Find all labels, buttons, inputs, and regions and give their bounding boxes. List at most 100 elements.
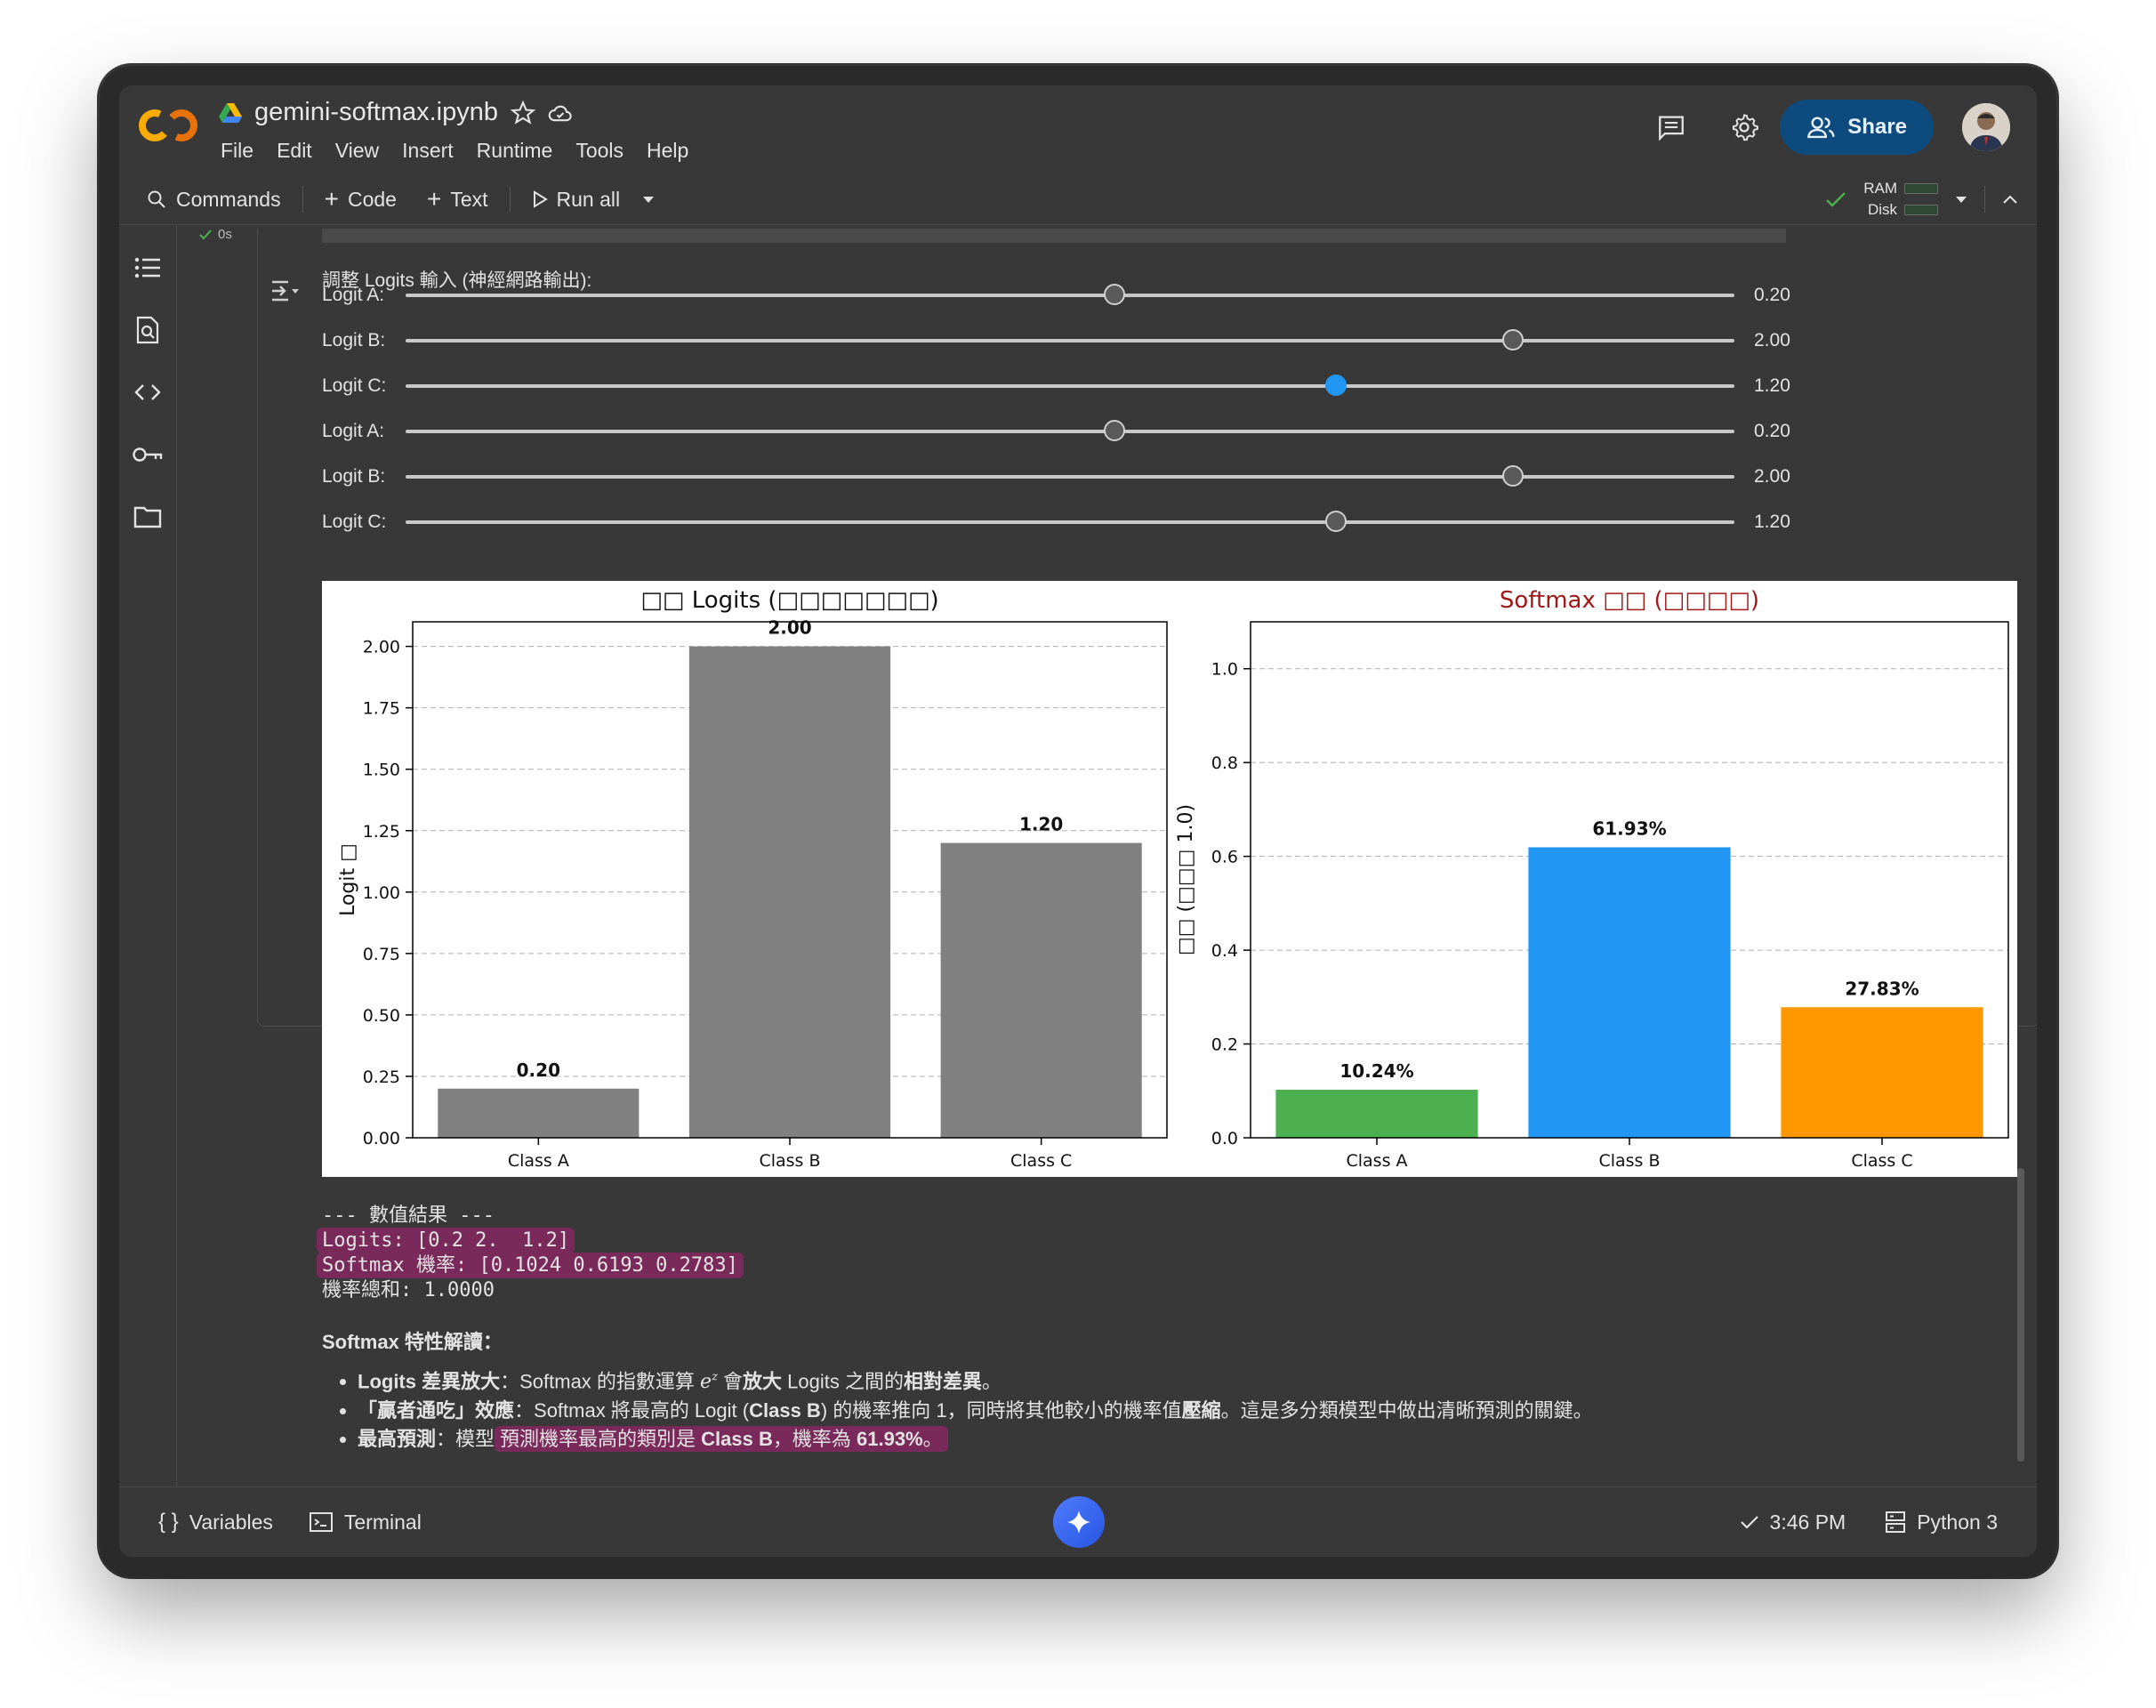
menu-view[interactable]: View [335, 139, 379, 163]
y-tick-label: 0.4 [1211, 941, 1238, 961]
settings-button[interactable] [1725, 108, 1764, 147]
output-toggle-icon[interactable] [269, 278, 301, 303]
slider-row: Logit B: 2.00 [322, 322, 1798, 358]
slider-row: Logit C: 1.20 [322, 504, 1798, 539]
y-tick-label: 0.50 [363, 1006, 400, 1026]
data-label: 0.20 [517, 1059, 560, 1081]
slider-value: 2.00 [1754, 466, 1790, 487]
find-in-page-icon [136, 316, 159, 344]
colab-app: gemini-softmax.ipynb File Edit View Inse… [119, 85, 2037, 1557]
slider-label: Logit A: [322, 285, 385, 305]
menu-file[interactable]: File [221, 139, 253, 163]
output-line: 機率總和: 1.0000 [322, 1279, 495, 1301]
chart-title: Softmax □□ (□□□□) [1500, 587, 1759, 614]
run-all-button[interactable]: Run all [523, 188, 630, 212]
share-button[interactable]: Share [1780, 100, 1934, 155]
star-icon[interactable] [511, 100, 535, 125]
slider-handle[interactable] [1103, 284, 1125, 305]
cloud-icon[interactable] [548, 101, 573, 125]
data-label: 61.93% [1592, 818, 1666, 839]
runtime-button[interactable]: Python 3 [1885, 1511, 1998, 1535]
last-run-status[interactable]: 3:46 PM [1740, 1511, 1846, 1535]
slider-track[interactable] [406, 294, 1734, 297]
bar [1528, 847, 1731, 1138]
bar [1275, 1090, 1478, 1138]
slider-track[interactable] [406, 384, 1734, 388]
slider-track[interactable] [406, 475, 1734, 479]
gemini-button[interactable] [1053, 1496, 1105, 1548]
side-rail [119, 225, 177, 1487]
slider-track[interactable] [406, 520, 1734, 524]
chevron-up-icon[interactable] [2001, 193, 2019, 205]
slider-value: 0.20 [1754, 285, 1790, 305]
check-icon [1826, 192, 1846, 207]
terminal-button[interactable]: Terminal [309, 1511, 422, 1535]
app-window: gemini-softmax.ipynb File Edit View Inse… [100, 66, 2056, 1576]
run-all-label: Run all [556, 187, 621, 211]
slider-handle[interactable] [1502, 329, 1524, 350]
menu-insert[interactable]: Insert [402, 139, 454, 163]
slider-track[interactable] [406, 430, 1734, 433]
code-snippets-button[interactable] [130, 375, 165, 410]
y-tick-label: 0.25 [363, 1068, 400, 1087]
bar [940, 842, 1142, 1138]
files-button[interactable] [130, 499, 165, 535]
code-cell-output[interactable]: 調整 Logits 輸入 (神經網路輸出): Logit A: 0.20 Logit… [257, 229, 2037, 1453]
caret-down-icon[interactable] [1954, 195, 1968, 204]
output-line: --- 數值結果 --- [322, 1204, 495, 1227]
y-tick-label: 0.2 [1211, 1035, 1238, 1055]
secrets-button[interactable] [130, 437, 165, 472]
menu-tools[interactable]: Tools [575, 139, 623, 163]
resource-meter[interactable]: RAM Disk [1863, 178, 1938, 221]
y-tick-label: 0.8 [1211, 753, 1238, 773]
colab-logo[interactable] [137, 105, 199, 146]
avatar[interactable] [1962, 103, 2010, 151]
slider-handle[interactable] [1103, 420, 1125, 441]
comments-button[interactable] [1652, 108, 1691, 147]
y-tick-label: 0.0 [1211, 1129, 1238, 1148]
scrollbar[interactable] [2017, 1168, 2024, 1462]
commands-button[interactable]: Commands [137, 188, 290, 212]
table-of-contents-button[interactable] [130, 250, 165, 286]
execution-badge: 0s [198, 227, 232, 242]
plus-icon: + [324, 185, 339, 213]
caret-down-icon[interactable] [641, 195, 656, 204]
slider-label: Logit B: [322, 466, 386, 487]
x-tick-label: Class B [759, 1151, 820, 1171]
slider-value: 0.20 [1754, 421, 1790, 441]
notebook-title[interactable]: gemini-softmax.ipynb [254, 98, 498, 127]
play-icon [533, 190, 548, 208]
slider-value: 1.20 [1754, 512, 1790, 532]
slider-handle[interactable] [1502, 465, 1524, 487]
drive-icon [219, 102, 242, 123]
slider-handle[interactable] [1324, 375, 1347, 396]
y-axis-label: □□ (□□□ 1.0) [1175, 804, 1197, 955]
exec-time: 0s [218, 227, 232, 242]
people-icon [1807, 117, 1835, 139]
toolbar: Commands + Code + Text Run all RAM Disk [119, 174, 2037, 225]
ram-meter [1904, 183, 1938, 194]
y-tick-label: 1.50 [363, 761, 400, 780]
output-line: Softmax 機率: [0.1024 0.6193 0.2783] [317, 1253, 744, 1278]
y-tick-label: 0.75 [363, 945, 400, 964]
slider-label: Logit B: [322, 330, 386, 350]
menu-edit[interactable]: Edit [277, 139, 312, 163]
add-code-button[interactable]: + Code [316, 187, 406, 212]
slider-handle[interactable] [1324, 511, 1347, 532]
previous-output-strip [322, 229, 1786, 243]
numeric-results: --- 數值結果 --- Logits: [0.2 2. 1.2] Softmax … [317, 1204, 744, 1303]
x-tick-label: Class B [1598, 1151, 1660, 1171]
find-button[interactable] [130, 312, 165, 348]
variables-button[interactable]: { } Variables [158, 1510, 273, 1535]
runtime-label: Python 3 [1917, 1510, 1998, 1534]
check-icon [1740, 1516, 1758, 1529]
slider-row: Logit B: 2.00 [322, 458, 1798, 494]
menu-help[interactable]: Help [647, 139, 688, 163]
y-axis-label: Logit □ [337, 843, 359, 916]
menu-runtime[interactable]: Runtime [477, 139, 553, 163]
bar [688, 646, 891, 1138]
folder-icon [133, 506, 162, 528]
slider-label: Logit C: [322, 375, 387, 396]
slider-track[interactable] [406, 339, 1734, 342]
add-text-button[interactable]: + Text [418, 187, 497, 212]
